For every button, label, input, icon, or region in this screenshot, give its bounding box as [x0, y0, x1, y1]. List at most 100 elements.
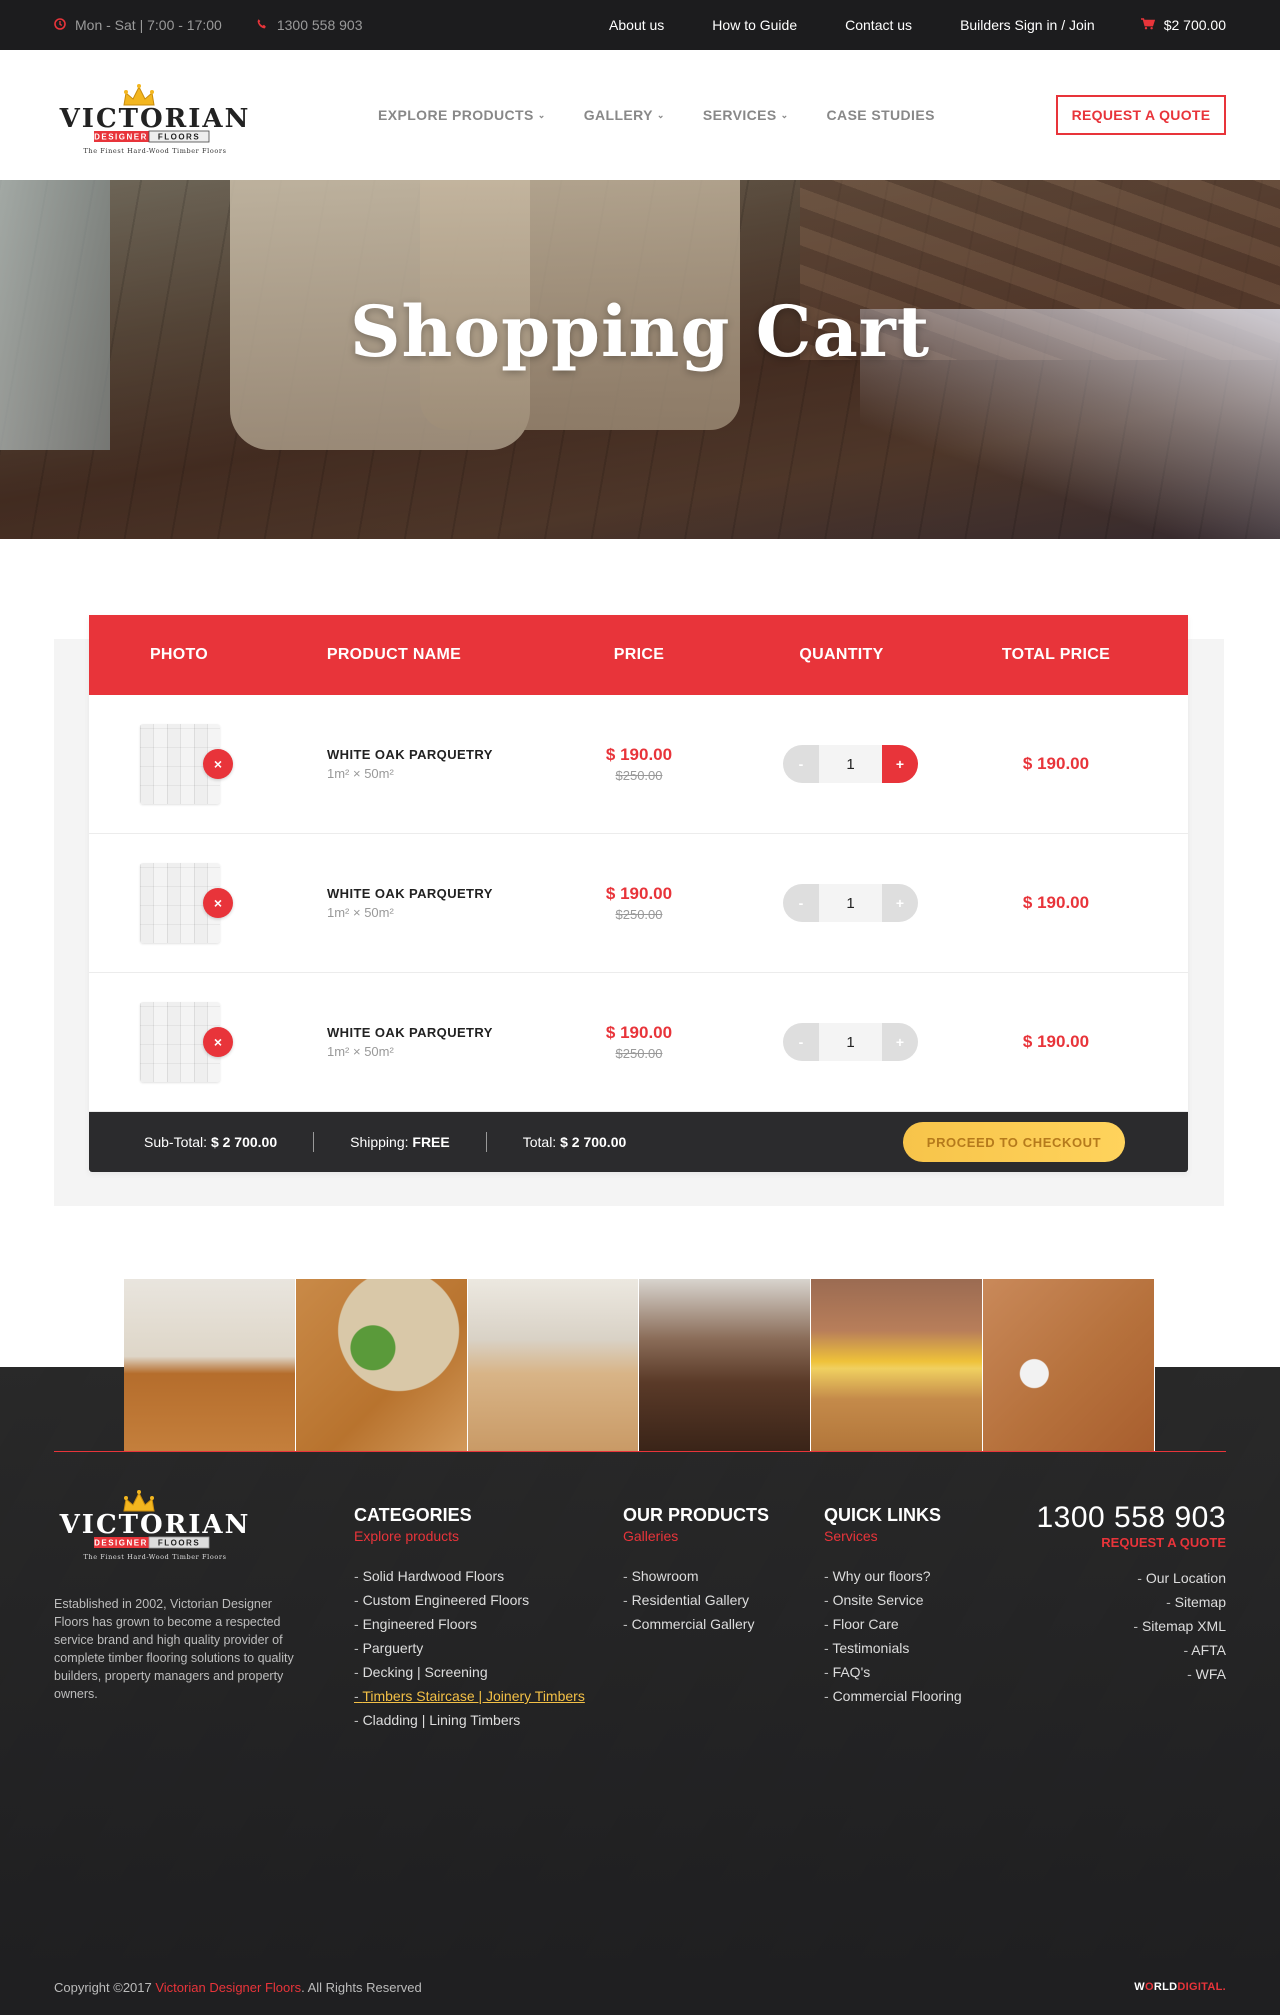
footer-link[interactable]: Testimonials: [824, 1636, 962, 1660]
gallery-photo[interactable]: [983, 1279, 1155, 1451]
quantity-value[interactable]: 1: [819, 884, 882, 922]
remove-item-button[interactable]: ×: [203, 888, 233, 918]
product-dimensions: 1m² × 50m²: [327, 1044, 394, 1059]
product-name[interactable]: WHITE OAK PARQUETRY: [327, 747, 519, 762]
footer-request-quote-link[interactable]: REQUEST A QUOTE: [1036, 1535, 1226, 1550]
nav-label: EXPLORE PRODUCTS: [378, 107, 534, 123]
price-current: $ 190.00: [605, 745, 673, 764]
footer-list: Showroom Residential Gallery Commercial …: [623, 1564, 769, 1636]
builders-signin-link[interactable]: Builders Sign in / Join: [960, 17, 1095, 33]
chevron-down-icon: ⌄: [656, 109, 665, 120]
footer-subheading[interactable]: Galleries: [623, 1528, 769, 1544]
gallery-photo[interactable]: [811, 1279, 984, 1451]
product-dimensions: 1m² × 50m²: [327, 905, 394, 920]
subtotal-value: $ 2 700.00: [210, 1134, 278, 1150]
gallery-photo[interactable]: [467, 1279, 640, 1451]
quantity-stepper: - 1 +: [783, 745, 918, 783]
header-quantity: QUANTITY: [799, 646, 884, 663]
copyright-bar: Copyright ©2017 Victorian Designer Floor…: [0, 1959, 1280, 2015]
footer-link[interactable]: Sitemap XML: [1036, 1614, 1226, 1638]
footer-link[interactable]: FAQ's: [824, 1660, 962, 1684]
footer-link[interactable]: Custom Engineered Floors: [354, 1588, 585, 1612]
shipping: Shipping: FREE: [350, 1134, 450, 1150]
cart-header: PHOTO PRODUCT NAME PRICE QUANTITY TOTAL …: [89, 615, 1188, 695]
footer-link[interactable]: Residential Gallery: [623, 1588, 769, 1612]
footer-link[interactable]: Showroom: [623, 1564, 769, 1588]
remove-item-button[interactable]: ×: [203, 1027, 233, 1057]
footer-link[interactable]: Floor Care: [824, 1612, 962, 1636]
footer-link[interactable]: Commercial Gallery: [623, 1612, 769, 1636]
nav-case-studies[interactable]: CASE STUDIES: [827, 107, 935, 123]
footer-contact: 1300 558 903 REQUEST A QUOTE Our Locatio…: [1036, 1501, 1226, 1686]
svg-text:DESIGNER: DESIGNER: [94, 133, 148, 142]
footer-link[interactable]: Commercial Flooring: [824, 1684, 962, 1708]
footer-link[interactable]: Sitemap: [1036, 1590, 1226, 1614]
footer-link[interactable]: Our Location: [1036, 1566, 1226, 1590]
contact-link[interactable]: Contact us: [845, 17, 912, 33]
about-link[interactable]: About us: [609, 17, 664, 33]
phone-info[interactable]: 1300 558 903: [256, 17, 362, 33]
footer-link[interactable]: Onsite Service: [824, 1588, 962, 1612]
quantity-value[interactable]: 1: [819, 1023, 882, 1061]
nav-services[interactable]: SERVICES ⌄: [703, 107, 789, 123]
footer-link-active[interactable]: Timbers Staircase | Joinery Timbers: [354, 1684, 585, 1708]
footer-categories: CATEGORIES Explore products Solid Hardwo…: [354, 1505, 585, 1732]
credit-part: O: [1144, 1981, 1154, 1993]
footer-link[interactable]: Cladding | Lining Timbers: [354, 1708, 585, 1732]
site-logo[interactable]: VICTORIAN DESIGNER FLOORS The Finest Har…: [54, 73, 256, 157]
request-quote-button[interactable]: REQUEST A QUOTE: [1056, 95, 1226, 135]
world-digital-credit[interactable]: WORLDDIGITAL.: [1134, 1981, 1226, 1993]
footer-subheading[interactable]: Explore products: [354, 1528, 585, 1544]
how-to-guide-link[interactable]: How to Guide: [712, 17, 797, 33]
product-name-cell: WHITE OAK PARQUETRY 1m² × 50m²: [269, 1025, 519, 1059]
product-name-cell: WHITE OAK PARQUETRY 1m² × 50m²: [269, 747, 519, 781]
header-total-price: TOTAL PRICE: [1001, 646, 1111, 663]
remove-item-button[interactable]: ×: [203, 749, 233, 779]
footer-phone[interactable]: 1300 558 903: [1036, 1501, 1226, 1535]
footer-link[interactable]: Solid Hardwood Floors: [354, 1564, 585, 1588]
product-photo-cell: ×: [89, 724, 269, 804]
header-photo: PHOTO: [149, 646, 209, 663]
quantity-decrease-button[interactable]: -: [783, 884, 819, 922]
proceed-to-checkout-button[interactable]: PROCEED TO CHECKOUT: [903, 1122, 1125, 1162]
main-header: VICTORIAN DESIGNER FLOORS The Finest Har…: [0, 50, 1280, 180]
quantity-increase-button[interactable]: +: [882, 884, 918, 922]
main-nav: EXPLORE PRODUCTS ⌄ GALLERY ⌄ SERVICES ⌄ CAS…: [378, 107, 935, 123]
top-bar: Mon - Sat | 7:00 - 17:00 1300 558 903 Ab…: [0, 0, 1280, 50]
svg-text:The Finest Hard-Wood Timber Fl: The Finest Hard-Wood Timber Floors: [83, 147, 226, 155]
quantity-cell: - 1 +: [759, 745, 924, 783]
total-label: Total:: [522, 1134, 557, 1150]
copyright-brand-link[interactable]: Victorian Designer Floors: [155, 1980, 301, 1995]
footer-about-text: Established in 2002, Victorian Designer …: [54, 1597, 294, 1701]
footer-link[interactable]: Engineered Floors: [354, 1612, 585, 1636]
product-dimensions: 1m² × 50m²: [327, 766, 394, 781]
clock-icon: [54, 17, 66, 33]
quantity-increase-button[interactable]: +: [882, 1023, 918, 1061]
price-old: $250.00: [615, 768, 663, 783]
nav-explore-products[interactable]: EXPLORE PRODUCTS ⌄: [378, 107, 546, 123]
footer-link[interactable]: Parguerty: [354, 1636, 585, 1660]
footer-link[interactable]: AFTA: [1036, 1638, 1226, 1662]
footer-link[interactable]: Decking | Screening: [354, 1660, 585, 1684]
quantity-stepper: - 1 +: [783, 1023, 918, 1061]
gallery-strip: [124, 1279, 1155, 1451]
cart-link[interactable]: $2 700.00: [1140, 17, 1226, 33]
cart-row: × WHITE OAK PARQUETRY 1m² × 50m² $ 190.0…: [89, 973, 1188, 1112]
footer-subheading[interactable]: Services: [824, 1528, 962, 1544]
gallery-photo[interactable]: [639, 1279, 812, 1451]
nav-gallery[interactable]: GALLERY ⌄: [584, 107, 665, 123]
product-name[interactable]: WHITE OAK PARQUETRY: [327, 886, 519, 901]
quantity-value[interactable]: 1: [819, 745, 882, 783]
gallery-photo[interactable]: [295, 1279, 468, 1451]
footer-link[interactable]: Why our floors?: [824, 1564, 962, 1588]
gallery-photo[interactable]: [124, 1279, 296, 1451]
svg-text:VICTORIAN: VICTORIAN: [59, 104, 251, 134]
quantity-decrease-button[interactable]: -: [783, 745, 819, 783]
footer-link[interactable]: WFA: [1036, 1662, 1226, 1686]
footer-logo[interactable]: VICTORIAN DESIGNER FLOORS The Finest Har…: [54, 1479, 256, 1563]
product-name[interactable]: WHITE OAK PARQUETRY: [327, 1025, 519, 1040]
cart-table: PHOTO PRODUCT NAME PRICE QUANTITY TOTAL …: [89, 615, 1188, 1172]
quantity-decrease-button[interactable]: -: [783, 1023, 819, 1061]
nav-label: GALLERY: [583, 107, 653, 123]
quantity-increase-button[interactable]: +: [882, 745, 918, 783]
